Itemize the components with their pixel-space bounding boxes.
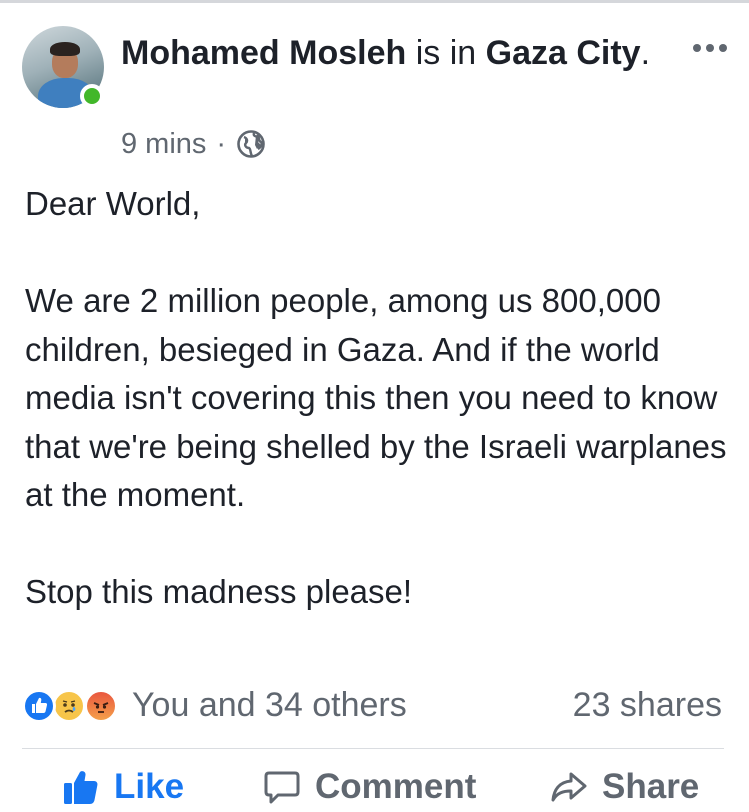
meta-separator: ·: [216, 127, 227, 160]
action-divider: [22, 748, 724, 749]
reaction-icons[interactable]: [22, 687, 126, 723]
share-count[interactable]: 23 shares: [573, 683, 722, 727]
online-status-indicator: [80, 84, 104, 108]
comment-button[interactable]: Comment: [263, 762, 476, 812]
comment-icon: [264, 771, 300, 804]
comment-label: Comment: [315, 767, 477, 806]
post-body: Dear World, We are 2 million people, amo…: [25, 185, 727, 610]
location-prefix: is in: [415, 34, 477, 72]
location-suffix: .: [640, 34, 651, 72]
share-arrow-icon: [551, 772, 587, 802]
post-meta: 9 mins ·: [121, 124, 266, 164]
like-label: Like: [114, 767, 185, 806]
like-button[interactable]: Like: [62, 762, 184, 812]
post-header: Mohamed Mosleh is in Gaza City.: [121, 30, 661, 76]
share-button[interactable]: Share: [550, 762, 699, 812]
reactions-bar: You and 34 others 23 shares: [22, 683, 732, 727]
share-label: Share: [602, 767, 700, 806]
author-name[interactable]: Mohamed Mosleh: [121, 34, 406, 72]
reaction-summary[interactable]: You and 34 others: [132, 683, 407, 727]
angry-reaction-icon: [84, 689, 118, 723]
location-link[interactable]: Gaza City: [486, 34, 641, 72]
top-divider: [0, 0, 749, 3]
post-timestamp[interactable]: 9 mins: [121, 128, 206, 161]
action-bar: Like Comment Share: [0, 762, 749, 812]
more-options-icon[interactable]: [693, 42, 727, 54]
thumbs-up-icon: [64, 771, 98, 804]
like-reaction-icon: [22, 689, 56, 723]
sad-reaction-icon: [52, 689, 86, 723]
globe-icon[interactable]: [236, 129, 266, 159]
